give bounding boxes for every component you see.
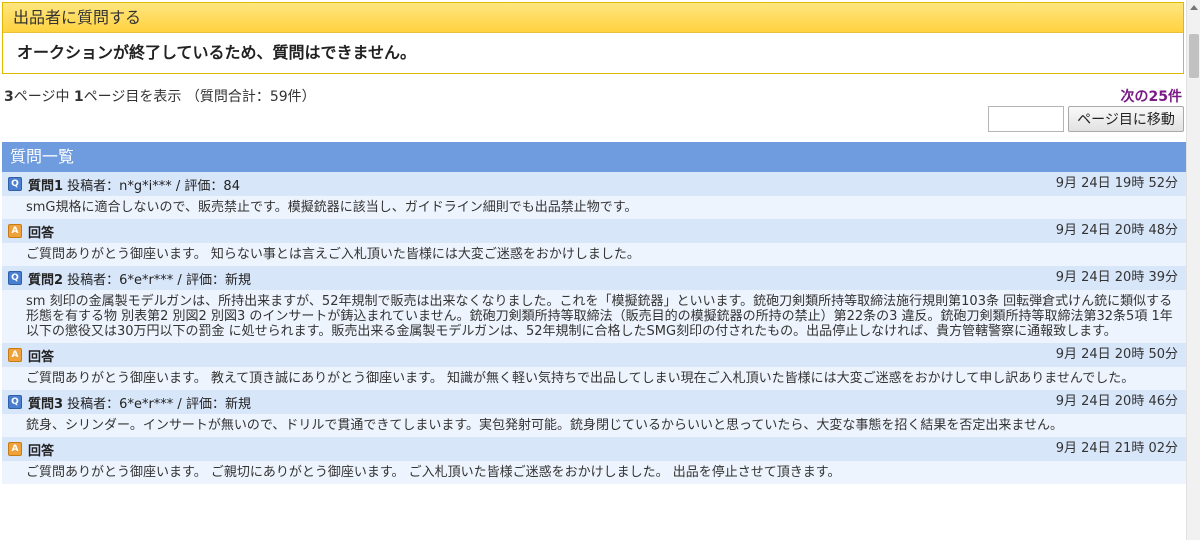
answer-title: 回答 — [28, 222, 54, 241]
question-text: smG規格に適合しないので、販売禁止です。模擬銃器に該当し、ガイドライン細則でも… — [2, 196, 1186, 219]
vertical-scrollbar[interactable] — [1186, 0, 1200, 540]
scroll-up-arrow-icon[interactable] — [1187, 0, 1200, 14]
answer-label: 回答 — [28, 349, 55, 365]
ask-seller-header: 出品者に質問する — [3, 3, 1183, 33]
answer-text: ご質問ありがとう御座います。 教えて頂き誠にありがとう御座います。 知識が無く軽… — [2, 367, 1186, 390]
ask-seller-box: 出品者に質問する オークションが終了しているため、質問はできません。 — [2, 2, 1184, 74]
paging-text-2: ページ目を表示 （質問合計：59件） — [83, 89, 316, 105]
question-badge-icon: Q — [8, 271, 22, 285]
paging-summary: 3ページ中 1ページ目を表示 （質問合計：59件） — [4, 86, 316, 106]
auction-ended-message: オークションが終了しているため、質問はできません。 — [17, 43, 417, 62]
page-number-input[interactable] — [988, 106, 1064, 132]
answer-row-head: A 回答 9月 24日 21時 02分 — [2, 437, 1186, 461]
answer-title: 回答 — [28, 440, 54, 459]
question-meta: 投稿者：6*e*r*** / 評価：新規 — [63, 396, 251, 412]
next-page-link[interactable]: 次の25件 — [1121, 86, 1182, 106]
question-title: 質問1 投稿者：n*g*i*** / 評価：84 — [28, 175, 240, 194]
question-row-head: Q 質問2 投稿者：6*e*r*** / 評価：新規 9月 24日 20時 39… — [2, 266, 1186, 290]
answer-label: 回答 — [28, 443, 55, 459]
page-content: 出品者に質問する オークションが終了しているため、質問はできません。 3ページ中… — [0, 0, 1186, 540]
answer-row-head: A 回答 9月 24日 20時 50分 — [2, 343, 1186, 367]
question-label: 質問1 — [28, 178, 64, 194]
paging-text-1: ページ中 — [13, 89, 74, 105]
answer-date: 9月 24日 20時 50分 — [1055, 347, 1178, 362]
question-label: 質問2 — [28, 272, 64, 288]
answer-badge-icon: A — [8, 348, 22, 362]
total-pages: 3 — [4, 89, 14, 105]
question-badge-icon: Q — [8, 395, 22, 409]
question-text: 銃身、シリンダー。インサートが無いので、ドリルで貫通できてしまいます。実包発射可… — [2, 414, 1186, 437]
question-label: 質問3 — [28, 396, 64, 412]
question-date: 9月 24日 20時 39分 — [1055, 270, 1178, 285]
answer-badge-icon: A — [8, 224, 22, 238]
question-row-head: Q 質問1 投稿者：n*g*i*** / 評価：84 9月 24日 19時 52… — [2, 172, 1186, 196]
answer-label: 回答 — [28, 225, 55, 241]
question-text: sm 刻印の金属製モデルガンは、所持出来ますが、52年規制で販売は出来なくなりま… — [2, 290, 1186, 343]
question-date: 9月 24日 19時 52分 — [1055, 176, 1178, 191]
question-meta: 投稿者：6*e*r*** / 評価：新規 — [63, 272, 251, 288]
question-row-head: Q 質問3 投稿者：6*e*r*** / 評価：新規 9月 24日 20時 46… — [2, 390, 1186, 414]
answer-date: 9月 24日 20時 48分 — [1055, 223, 1178, 238]
question-date: 9月 24日 20時 46分 — [1055, 394, 1178, 409]
current-page: 1 — [73, 89, 84, 105]
question-list-header: 質問一覧 — [2, 142, 1186, 172]
question-badge-icon: Q — [8, 177, 22, 191]
go-to-page-button[interactable]: ページ目に移動 — [1068, 106, 1184, 132]
question-title: 質問3 投稿者：6*e*r*** / 評価：新規 — [28, 393, 251, 412]
question-list: 質問一覧 Q 質問1 投稿者：n*g*i*** / 評価：84 9月 24日 1… — [2, 142, 1186, 484]
answer-badge-icon: A — [8, 442, 22, 456]
answer-text: ご質問ありがとう御座います。 ご親切にありがとう御座います。 ご入札頂いた皆様ご… — [2, 461, 1186, 484]
answer-row-head: A 回答 9月 24日 20時 48分 — [2, 219, 1186, 243]
question-title: 質問2 投稿者：6*e*r*** / 評価：新規 — [28, 269, 251, 288]
answer-date: 9月 24日 21時 02分 — [1055, 441, 1178, 456]
scrollbar-thumb[interactable] — [1189, 34, 1199, 78]
answer-title: 回答 — [28, 346, 54, 365]
answer-text: ご質問ありがとう御座います。 知らない事とは言えご入札頂いた皆様には大変ご迷惑を… — [2, 243, 1186, 266]
question-meta: 投稿者：n*g*i*** / 評価：84 — [63, 178, 240, 194]
